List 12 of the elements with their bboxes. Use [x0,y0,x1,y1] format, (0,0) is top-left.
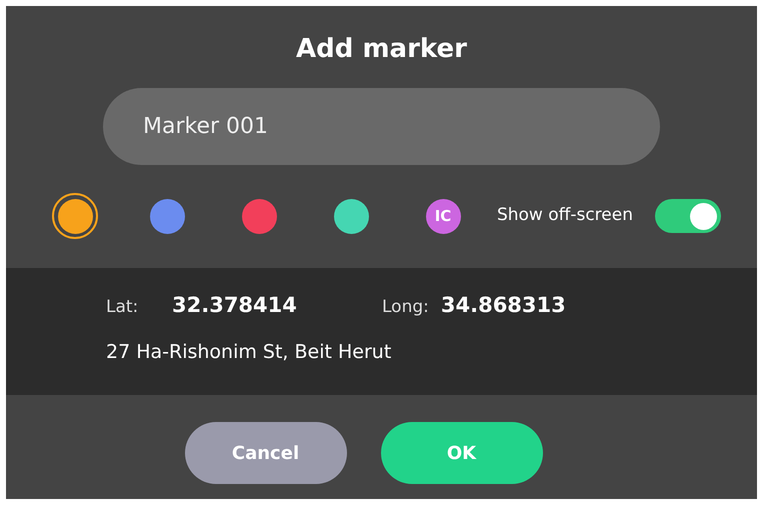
lat-value: 32.378414 [172,292,298,319]
dialog-title: Add marker [295,33,468,66]
long-label: Long: [382,296,429,319]
long-value: 34.868313 [440,292,566,319]
color-swatch[interactable] [52,193,98,239]
show-off-screen-toggle[interactable] [655,199,721,233]
ok-button[interactable]: OK [380,422,542,484]
address-text: 27 Ha-Rishonim St, Beit Herut [106,340,392,364]
lat-label: Lat: [106,296,140,319]
marker-name-field[interactable]: Marker 001 [103,88,660,165]
cancel-button[interactable]: Cancel [184,422,346,484]
show-off-screen-label: Show off-screen [496,204,633,228]
